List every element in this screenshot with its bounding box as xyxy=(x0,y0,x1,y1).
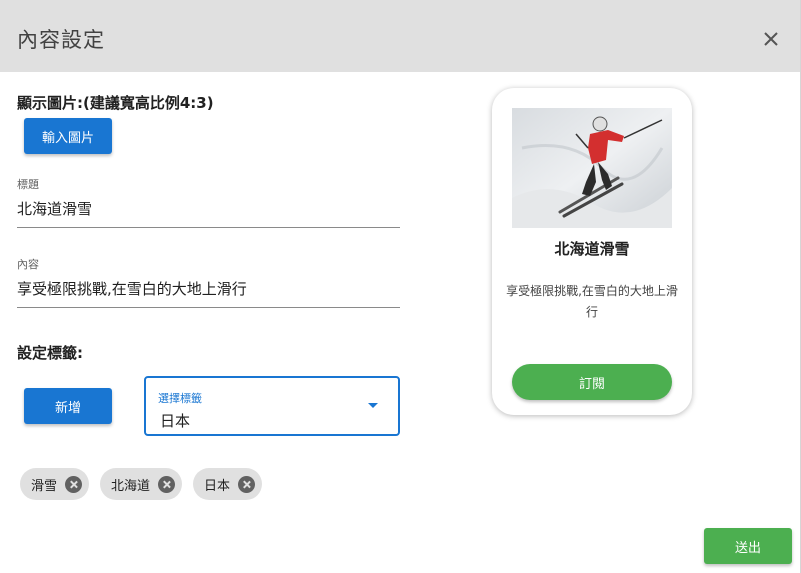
close-icon[interactable] xyxy=(760,28,782,50)
tag-select-label: 選擇標籤 xyxy=(158,392,202,405)
dialog-header: 內容設定 xyxy=(0,0,800,72)
title-field-value[interactable]: 北海道滑雪 xyxy=(17,198,400,227)
remove-tag-icon[interactable] xyxy=(238,475,256,493)
remove-tag-icon[interactable] xyxy=(158,475,176,493)
preview-card-title: 北海道滑雪 xyxy=(554,240,630,258)
tag-chip: 日本 xyxy=(193,468,263,500)
dialog-title: 內容設定 xyxy=(17,28,105,52)
tag-chip-label: 日本 xyxy=(204,478,231,494)
tag-chip: 北海道 xyxy=(100,468,183,500)
title-field-label: 標題 xyxy=(17,178,39,191)
content-field-label: 內容 xyxy=(17,258,39,271)
preview-card-text: 享受極限挑戰,在雪白的大地上滑行 xyxy=(506,284,678,319)
tag-chip: 滑雪 xyxy=(20,468,90,500)
remove-tag-icon[interactable] xyxy=(65,475,83,493)
tag-chip-label: 滑雪 xyxy=(31,478,58,494)
skier-photo xyxy=(512,108,672,228)
tag-chip-label: 北海道 xyxy=(111,478,151,494)
add-tag-button[interactable]: 新增 xyxy=(24,388,112,424)
tags-section-label: 設定標籤: xyxy=(17,344,83,362)
image-section-label: 顯示圖片:(建議寬高比例4:3) xyxy=(17,94,214,112)
content-field[interactable]: 內容 享受極限挑戰,在雪白的大地上滑行 xyxy=(17,256,400,308)
content-field-value[interactable]: 享受極限挑戰,在雪白的大地上滑行 xyxy=(17,278,400,307)
preview-card: 北海道滑雪 享受極限挑戰,在雪白的大地上滑行 訂閱 xyxy=(492,88,692,415)
submit-button[interactable]: 送出 xyxy=(704,528,792,564)
chevron-down-icon[interactable] xyxy=(368,403,378,408)
subscribe-button[interactable]: 訂閱 xyxy=(512,364,672,400)
upload-image-button[interactable]: 輸入圖片 xyxy=(24,118,112,154)
title-field[interactable]: 標題 北海道滑雪 xyxy=(17,176,400,228)
content-settings-dialog: 內容設定 顯示圖片:(建議寬高比例4:3) 輸入圖片 標題 北海道滑雪 內容 享… xyxy=(0,0,801,573)
tag-select[interactable]: 選擇標籤 日本 xyxy=(144,376,400,436)
tag-select-value: 日本 xyxy=(160,412,191,430)
